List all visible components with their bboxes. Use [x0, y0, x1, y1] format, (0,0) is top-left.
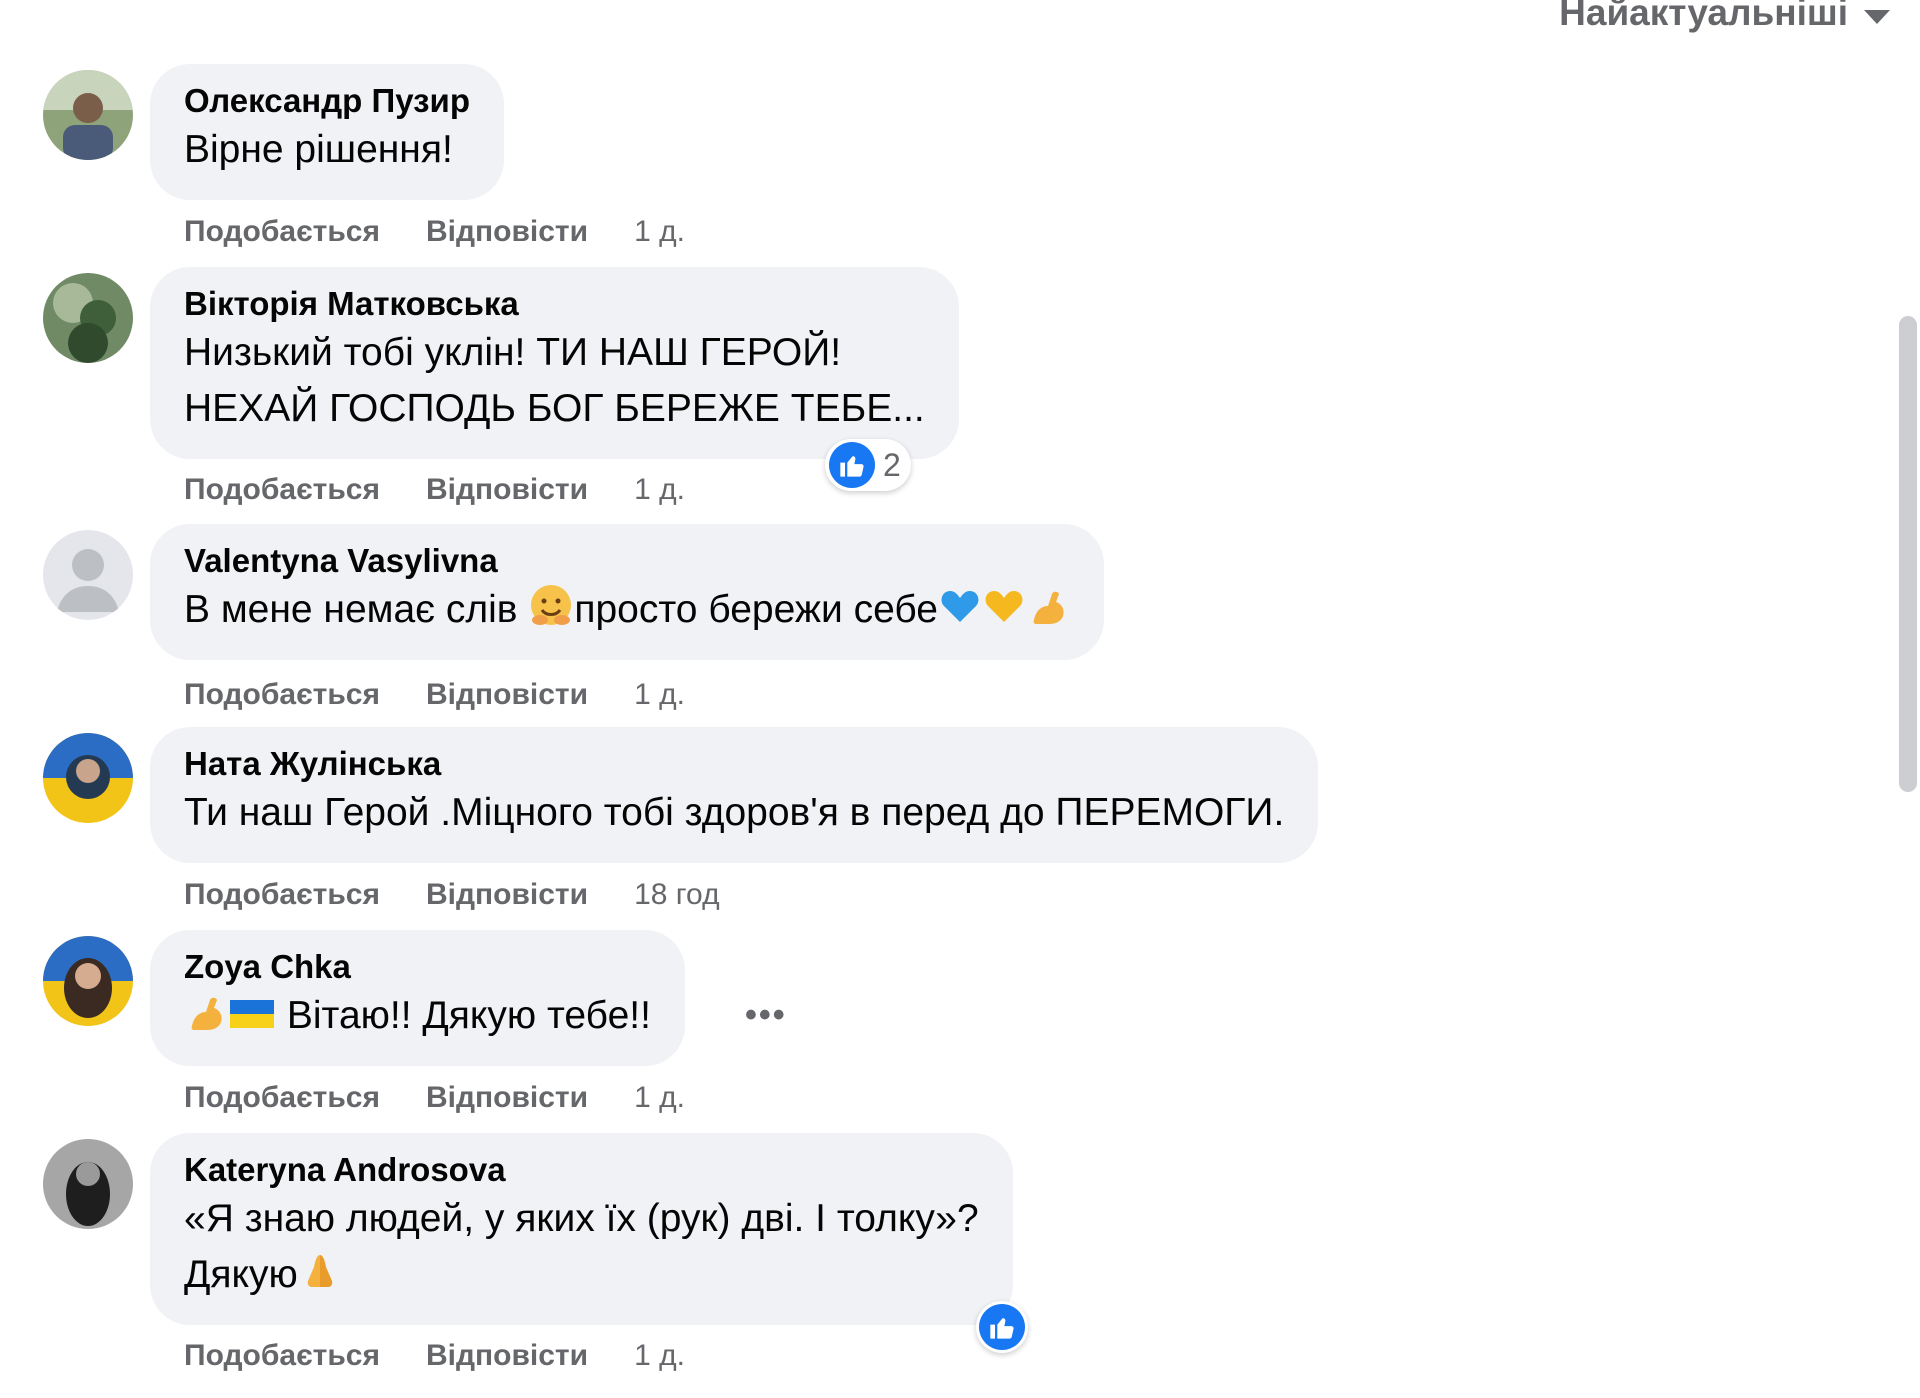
comment-text-line: НЕХАЙ ГОСПОДЬ БОГ БЕРЕЖЕ ТЕБЕ... — [184, 387, 925, 430]
comment-text: В мене немає слів просто бережи себе — [184, 582, 1070, 638]
avatar[interactable] — [43, 70, 133, 160]
comment-actions: Подобається Відповісти 1 д. — [184, 1081, 685, 1115]
comment-bubble: Kateryna Androsova «Я знаю людей, у яких… — [150, 1133, 1013, 1325]
like-button[interactable]: Подобається — [184, 473, 380, 507]
comment-actions: Подобається Відповісти 1 д. — [184, 473, 685, 507]
comment-author[interactable]: Valentyna Vasylivna — [184, 540, 1070, 582]
reply-button[interactable]: Відповісти — [426, 878, 588, 912]
avatar[interactable] — [43, 936, 133, 1026]
comment-bubble: Valentyna Vasylivna В мене немає слів пр… — [150, 524, 1104, 660]
reaction-count: 2 — [883, 446, 901, 483]
like-button[interactable]: Подобається — [184, 215, 380, 249]
comment-timestamp[interactable]: 1 д. — [634, 1339, 685, 1373]
like-button[interactable]: Подобається — [184, 878, 380, 912]
comment-author[interactable]: Олександр Пузир — [184, 80, 470, 122]
like-button[interactable]: Подобається — [184, 1339, 380, 1373]
reaction-summary[interactable]: 2 — [825, 439, 911, 491]
comment-bubble: Ната Жулінська Ти наш Герой .Міцного тоб… — [150, 727, 1319, 863]
reply-button[interactable]: Відповісти — [426, 1339, 588, 1373]
more-options-icon[interactable]: ••• — [745, 996, 787, 1035]
scrollbar-thumb[interactable] — [1899, 316, 1917, 792]
ukraine-flag-icon — [230, 1000, 274, 1028]
sort-caret-icon — [1864, 10, 1890, 24]
comment-author[interactable]: Ната Жулінська — [184, 743, 1284, 785]
yellow-heart-icon — [985, 591, 1023, 622]
hugging-face-icon — [531, 585, 572, 625]
comment-bubble: Олександр Пузир Вірне рішення! — [150, 64, 504, 200]
comment-timestamp[interactable]: 1 д. — [634, 1081, 685, 1115]
sort-dropdown[interactable]: Найактуальніші — [1559, 0, 1890, 34]
comment-text-line: «Я знаю людей, у яких їх (рук) дві. І то… — [184, 1197, 979, 1240]
comment-bubble: Zoya Chka Вітаю!! Дякую тебе!! — [150, 930, 685, 1066]
folded-hands-icon — [307, 1255, 333, 1287]
comment-text-line: Низький тобі уклін! ТИ НАШ ГЕРОЙ! — [184, 331, 842, 374]
blue-heart-icon — [941, 591, 979, 622]
like-button[interactable]: Подобається — [184, 678, 380, 712]
comment-text-line: Дякую — [184, 1247, 979, 1303]
avatar[interactable] — [43, 1139, 133, 1229]
comment-text: Вітаю!! Дякую тебе!! — [184, 988, 651, 1044]
comment-timestamp[interactable]: 1 д. — [634, 215, 685, 249]
like-reaction-icon — [829, 442, 875, 488]
comment-text-part: В мене немає слів — [184, 588, 518, 631]
like-button[interactable]: Подобається — [184, 1081, 380, 1115]
reply-button[interactable]: Відповісти — [426, 215, 588, 249]
reply-button[interactable]: Відповісти — [426, 473, 588, 507]
comment-text: Ти наш Герой .Міцного тобі здоров'я в пе… — [184, 791, 1285, 834]
comment-author[interactable]: Kateryna Androsova — [184, 1149, 979, 1191]
comment-text-part: Дякую — [184, 1253, 298, 1296]
comment-timestamp[interactable]: 1 д. — [634, 678, 685, 712]
flexed-biceps-icon — [191, 997, 222, 1030]
comment-timestamp[interactable]: 1 д. — [634, 473, 685, 507]
like-reaction-icon — [979, 1304, 1025, 1350]
reply-button[interactable]: Відповісти — [426, 678, 588, 712]
avatar[interactable] — [43, 530, 133, 620]
comment-actions: Подобається Відповісти 1 д. — [184, 215, 685, 249]
comment-bubble: Вікторія Матковська Низький тобі уклін! … — [150, 267, 959, 459]
comment-actions: Подобається Відповісти 1 д. — [184, 678, 685, 712]
comment-actions: Подобається Відповісти 18 год — [184, 878, 720, 912]
comment-text: Вірне рішення! — [184, 128, 453, 171]
flexed-biceps-icon — [1033, 591, 1064, 624]
comment-actions: Подобається Відповісти 1 д. — [184, 1339, 685, 1373]
sort-label: Найактуальніші — [1559, 0, 1848, 33]
comment-timestamp[interactable]: 18 год — [634, 878, 720, 912]
avatar[interactable] — [43, 273, 133, 363]
comment-text-part: Вітаю!! Дякую тебе!! — [286, 994, 651, 1037]
avatar[interactable] — [43, 733, 133, 823]
comment-author[interactable]: Zoya Chka — [184, 946, 651, 988]
comment-text-part: просто бережи себе — [574, 588, 938, 631]
comment-author[interactable]: Вікторія Матковська — [184, 283, 925, 325]
reaction-summary[interactable] — [976, 1301, 1028, 1353]
reply-button[interactable]: Відповісти — [426, 1081, 588, 1115]
